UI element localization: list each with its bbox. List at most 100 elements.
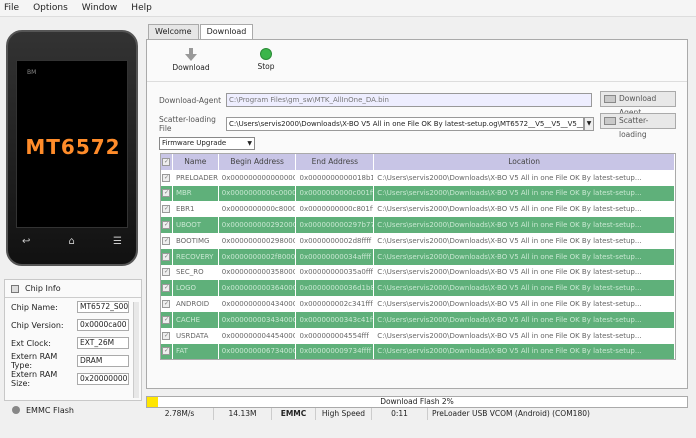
emmc-flash-label: EMMC Flash: [26, 405, 74, 415]
menu-options[interactable]: Options: [33, 3, 68, 13]
download-label: Download: [172, 63, 210, 72]
cell-begin: 0x0000000002980000: [218, 232, 297, 249]
status-port: PreLoader USB VCOM (Android) (COM180): [432, 409, 590, 418]
back-icon: ↩: [22, 236, 31, 247]
cell-location[interactable]: C:\Users\servis2000\Downloads\X-BO V5 Al…: [374, 264, 675, 281]
row-checkbox[interactable]: ✓: [161, 169, 173, 186]
mode-select[interactable]: Firmware Upgrade ▼: [159, 137, 255, 150]
menu-icon: ☰: [113, 236, 122, 247]
table-row[interactable]: ✓ EBR1 0x0000000000c80000 0x0000000000c8…: [161, 201, 675, 218]
cell-location[interactable]: C:\Users\servis2000\Downloads\X-BO V5 Al…: [374, 185, 675, 202]
folder-icon: [604, 95, 616, 103]
cell-name: FAT: [172, 343, 219, 360]
menu-help[interactable]: Help: [131, 3, 152, 13]
menu-file[interactable]: File: [4, 3, 19, 13]
cell-end: 0x0000000000c001ff: [296, 185, 375, 202]
download-agent-button[interactable]: Download Agent: [600, 91, 676, 117]
table-header: ✓ Name Begin Address End Address Locatio…: [161, 154, 676, 170]
chip-info-scrollbar[interactable]: [133, 302, 139, 398]
scatter-button-label: Scatter-loading: [619, 116, 649, 139]
download-icon: [171, 48, 211, 61]
chevron-down-icon[interactable]: ▼: [584, 117, 594, 131]
row-checkbox[interactable]: ✓: [161, 264, 173, 281]
status-bar: 2.78M/s 14.13M EMMC High Speed 0:11 PreL…: [146, 408, 688, 420]
cell-end: 0x0000000000c801ff: [296, 201, 375, 218]
tab-download[interactable]: Download: [199, 24, 254, 40]
table-row[interactable]: ✓ BOOTIMG 0x0000000002980000 0x000000000…: [161, 232, 675, 249]
stop-button[interactable]: Stop: [251, 48, 281, 71]
scatter-input[interactable]: C:\Users\servis2000\Downloads\X-BO V5 Al…: [226, 117, 584, 131]
cell-begin: 0x0000000067340000: [218, 343, 297, 360]
ext-clock-value: EXT_26M: [77, 337, 129, 349]
row-checkbox[interactable]: ✓: [161, 217, 173, 233]
ext-clock-label: Ext Clock:: [11, 338, 51, 348]
chip-model-label: MT6572: [25, 135, 121, 159]
table-row[interactable]: ✓ MBR 0x0000000000c00000 0x0000000000c00…: [161, 185, 675, 202]
download-agent-input[interactable]: C:\Program Files\gm_sw\MTK_AllInOne_DA.b…: [226, 93, 592, 107]
menu-window[interactable]: Window: [82, 3, 118, 13]
table-row[interactable]: ✓ ANDROID 0x0000000004340000 0x000000002…: [161, 296, 675, 312]
chip-info-row: Extern RAM Type: DRAM: [5, 352, 141, 370]
cell-location[interactable]: C:\Users\servis2000\Downloads\X-BO V5 Al…: [374, 248, 675, 265]
chip-info-row: Ext Clock: EXT_26M: [5, 334, 141, 352]
cell-name: MBR: [172, 185, 219, 202]
cell-begin: 0x0000000000c00000: [218, 185, 297, 202]
row-checkbox[interactable]: ✓: [161, 280, 173, 297]
tab-welcome[interactable]: Welcome: [148, 24, 199, 39]
cell-location[interactable]: C:\Users\servis2000\Downloads\X-BO V5 Al…: [374, 311, 675, 328]
chip-info-header[interactable]: Chip Info: [5, 280, 141, 298]
cell-end: 0x0000000000018b17: [296, 169, 375, 186]
select-all-checkbox[interactable]: ✓: [161, 154, 173, 170]
table-row[interactable]: ✓ FAT 0x0000000067340000 0x000000009734f…: [161, 343, 675, 360]
table-row[interactable]: ✓ CACHE 0x0000000034340000 0x00000000343…: [161, 311, 675, 328]
cell-name: USRDATA: [172, 327, 219, 344]
phone-brand: BM: [27, 69, 37, 76]
cell-begin: 0x0000000044540000: [218, 327, 297, 344]
cell-begin: 0x0000000004340000: [218, 296, 297, 312]
cell-end: 0x00000000036d1b8f: [296, 280, 375, 297]
row-checkbox[interactable]: ✓: [161, 185, 173, 202]
cell-end: 0x000000000297b77f: [296, 217, 375, 233]
table-row[interactable]: ✓ PRELOADER 0x0000000000000000 0x0000000…: [161, 169, 675, 186]
row-checkbox[interactable]: ✓: [161, 201, 173, 218]
header-location: Location: [374, 154, 676, 170]
cell-location[interactable]: C:\Users\servis2000\Downloads\X-BO V5 Al…: [374, 201, 675, 218]
table-row[interactable]: ✓ LOGO 0x0000000003640000 0x00000000036d…: [161, 280, 675, 297]
chip-version-value: 0x0000ca00: [77, 319, 129, 331]
row-checkbox[interactable]: ✓: [161, 232, 173, 249]
download-button[interactable]: Download: [171, 48, 211, 72]
chip-info-title: Chip Info: [25, 284, 61, 293]
phone-screen: BM MT6572: [16, 60, 128, 228]
cell-end: 0x000000009734ffff: [296, 343, 375, 360]
chip-name-value: MT6572_S00: [77, 301, 129, 313]
ram-type-label: Extern RAM Type:: [11, 352, 58, 370]
status-usb-speed: High Speed: [316, 408, 372, 420]
table-row[interactable]: ✓ RECOVERY 0x0000000002f80000 0x00000000…: [161, 248, 675, 265]
cell-location[interactable]: C:\Users\servis2000\Downloads\X-BO V5 Al…: [374, 296, 675, 312]
ram-size-label: Extern RAM Size:: [11, 370, 58, 388]
row-checkbox[interactable]: ✓: [161, 343, 173, 360]
emmc-flash-header[interactable]: EMMC Flash: [4, 402, 142, 418]
row-checkbox[interactable]: ✓: [161, 248, 173, 265]
cell-location[interactable]: C:\Users\servis2000\Downloads\X-BO V5 Al…: [374, 343, 675, 360]
menu-bar: File Options Window Help: [0, 0, 696, 17]
phone-image: BM MT6572 ↩ ⌂ ☰: [6, 30, 138, 266]
table-row[interactable]: ✓ USRDATA 0x0000000044540000 0x000000004…: [161, 327, 675, 344]
download-progress-bar: Download Flash 2%: [146, 396, 688, 408]
scatter-button[interactable]: Scatter-loading: [600, 113, 676, 139]
header-name: Name: [172, 154, 219, 170]
row-checkbox[interactable]: ✓: [161, 296, 173, 312]
row-checkbox[interactable]: ✓: [161, 327, 173, 344]
cell-location[interactable]: C:\Users\servis2000\Downloads\X-BO V5 Al…: [374, 327, 675, 344]
row-checkbox[interactable]: ✓: [161, 311, 173, 328]
cell-location[interactable]: C:\Users\servis2000\Downloads\X-BO V5 Al…: [374, 232, 675, 249]
cell-name: ANDROID: [172, 296, 219, 312]
cell-begin: 0x0000000003580000: [218, 264, 297, 281]
home-icon: ⌂: [68, 236, 75, 247]
table-row[interactable]: ✓ SEC_RO 0x0000000003580000 0x0000000003…: [161, 264, 675, 281]
cell-location[interactable]: C:\Users\servis2000\Downloads\X-BO V5 Al…: [374, 169, 675, 186]
download-agent-label: Download-Agent: [159, 95, 222, 105]
cell-location[interactable]: C:\Users\servis2000\Downloads\X-BO V5 Al…: [374, 280, 675, 297]
cell-location[interactable]: C:\Users\servis2000\Downloads\X-BO V5 Al…: [374, 217, 675, 233]
table-row[interactable]: ✓ UBOOT 0x0000000002920000 0x00000000029…: [161, 217, 675, 233]
